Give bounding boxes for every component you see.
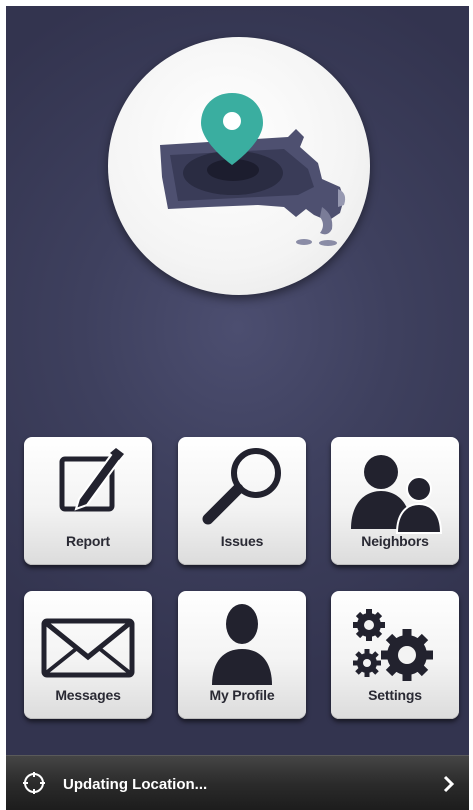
messages-button[interactable]: Messages — [24, 591, 152, 719]
neighbors-button[interactable]: Neighbors — [331, 437, 459, 565]
home-screen: Report Issues Neighbors Messages My Prof… — [6, 6, 469, 810]
location-target-icon — [23, 772, 45, 794]
settings-label: Settings — [368, 687, 422, 703]
location-status-text: Updating Location... — [63, 776, 208, 793]
massachusetts-map-pin-icon — [160, 93, 346, 246]
location-status-bar[interactable]: Updating Location... — [6, 755, 469, 810]
issues-label: Issues — [220, 533, 264, 549]
neighbors-label: Neighbors — [361, 533, 429, 549]
app-logo — [108, 37, 370, 295]
settings-button[interactable]: Settings — [331, 591, 459, 719]
my-profile-label: My Profile — [209, 687, 275, 703]
messages-label: Messages — [55, 687, 121, 703]
chevron-right-icon — [443, 775, 455, 793]
my-profile-button[interactable]: My Profile — [178, 591, 306, 719]
report-label: Report — [66, 533, 110, 549]
report-button[interactable]: Report — [24, 437, 152, 565]
issues-button[interactable]: Issues — [178, 437, 306, 565]
